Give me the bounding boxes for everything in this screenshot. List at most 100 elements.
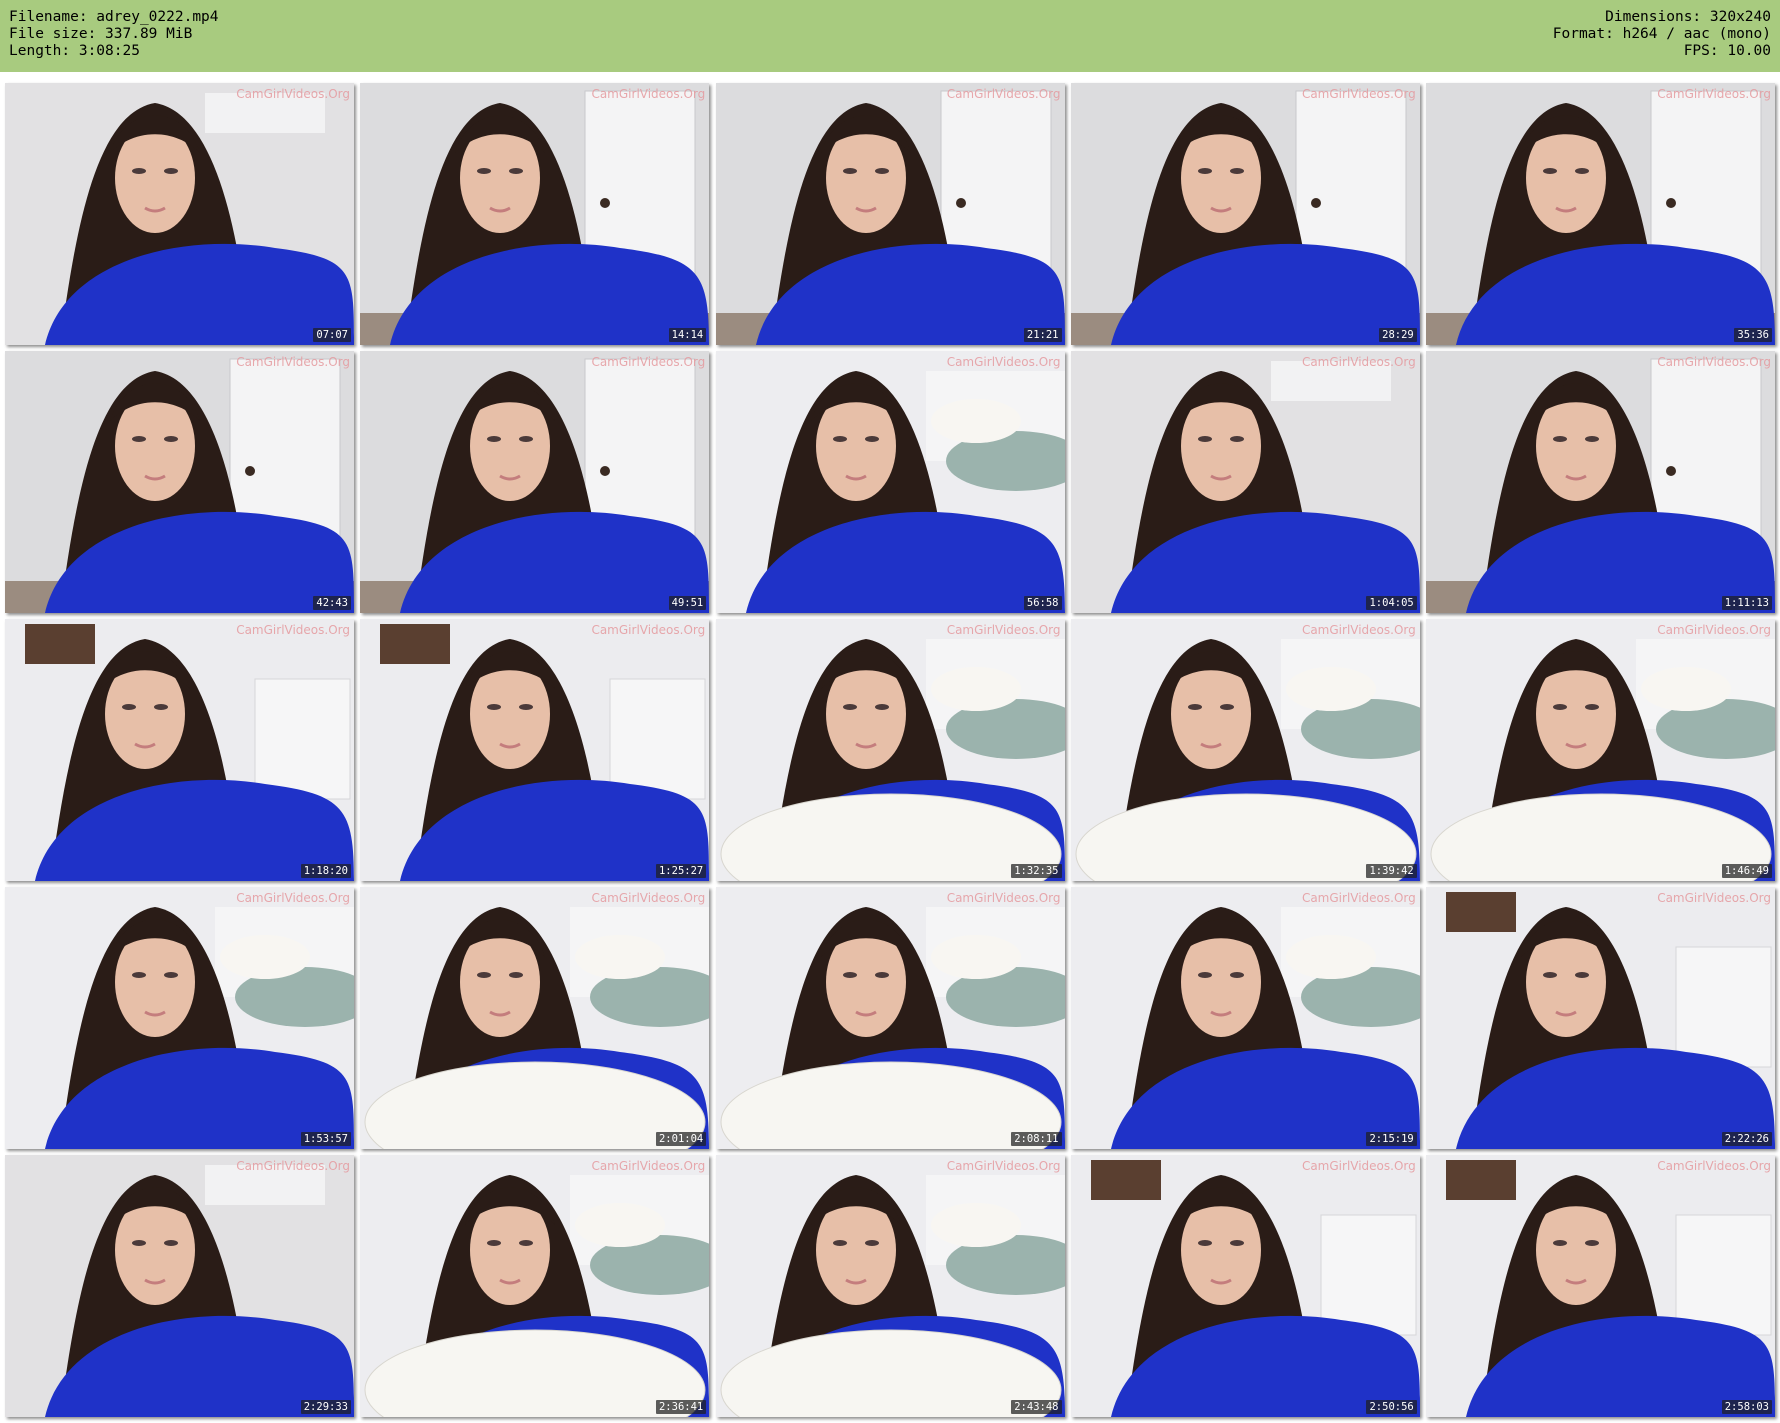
watermark-text: CamGirlVideos.Org (236, 891, 350, 905)
timestamp-label: 1:39:42 (1366, 864, 1417, 878)
thumbnail-frame-image (715, 351, 1065, 613)
video-thumbnail: CamGirlVideos.Org 1:39:42 (1070, 619, 1420, 881)
timestamp-label: 2:01:04 (655, 1132, 707, 1146)
watermark-text: CamGirlVideos.Org (236, 1159, 350, 1173)
timestamp-label: 56:58 (1023, 596, 1062, 610)
thumbnail-frame-image (1070, 351, 1420, 613)
video-thumbnail: CamGirlVideos.Org 2:43:48 (715, 1155, 1065, 1417)
watermark-text: CamGirlVideos.Org (1657, 891, 1771, 905)
thumbnail-frame-image (715, 887, 1065, 1149)
video-thumbnail: CamGirlVideos.Org 49:51 (360, 351, 710, 613)
length-text: Length: 3:08:25 (9, 43, 140, 59)
thumbnail-grid: CamGirlVideos.Org 07:07 CamGirlVideos.Org… (0, 78, 1780, 1418)
thumbnail-frame-image (360, 1155, 710, 1417)
timestamp-label: 2:29:33 (300, 1400, 351, 1414)
watermark-text: CamGirlVideos.Org (1657, 355, 1771, 369)
thumbnail-frame-image (715, 1155, 1065, 1417)
video-thumbnail: CamGirlVideos.Org 2:15:19 (1070, 887, 1420, 1149)
video-thumbnail: CamGirlVideos.Org 1:25:27 (360, 619, 710, 881)
thumbnail-frame-image (1070, 887, 1420, 1149)
thumbnail-frame-image (1426, 1155, 1775, 1417)
watermark-text: CamGirlVideos.Org (946, 1159, 1061, 1173)
watermark-text: CamGirlVideos.Org (591, 355, 706, 369)
thumbnail-frame-image (360, 83, 710, 345)
timestamp-label: 2:43:48 (1011, 1400, 1062, 1414)
video-thumbnail: CamGirlVideos.Org 2:58:03 (1426, 1155, 1775, 1417)
video-thumbnail: CamGirlVideos.Org 56:58 (715, 351, 1065, 613)
thumbnail-frame-image (1426, 887, 1775, 1149)
watermark-text: CamGirlVideos.Org (591, 1159, 706, 1173)
video-thumbnail: CamGirlVideos.Org 07:07 (5, 83, 354, 345)
thumbnail-frame-image (5, 619, 354, 881)
thumbnail-frame-image (360, 887, 710, 1149)
timestamp-label: 2:58:03 (1721, 1400, 1772, 1414)
timestamp-label: 28:29 (1379, 328, 1417, 342)
timestamp-label: 2:22:26 (1721, 1132, 1772, 1146)
watermark-text: CamGirlVideos.Org (236, 623, 350, 637)
video-thumbnail: CamGirlVideos.Org 21:21 (715, 83, 1065, 345)
thumbnail-frame-image (1426, 351, 1775, 613)
timestamp-label: 1:32:35 (1011, 864, 1062, 878)
thumbnail-frame-image (715, 83, 1065, 345)
thumbnail-frame-image (1070, 619, 1420, 881)
watermark-text: CamGirlVideos.Org (1657, 623, 1771, 637)
watermark-text: CamGirlVideos.Org (946, 891, 1061, 905)
timestamp-label: 1:18:20 (300, 864, 351, 878)
timestamp-label: 49:51 (668, 596, 707, 610)
timestamp-label: 07:07 (313, 328, 351, 342)
video-thumbnail: CamGirlVideos.Org 1:11:13 (1426, 351, 1775, 613)
timestamp-label: 2:36:41 (655, 1400, 707, 1414)
video-thumbnail: CamGirlVideos.Org 2:36:41 (360, 1155, 710, 1417)
timestamp-label: 1:46:49 (1721, 864, 1772, 878)
watermark-text: CamGirlVideos.Org (591, 891, 706, 905)
thumbnail-frame-image (5, 1155, 354, 1417)
video-thumbnail: CamGirlVideos.Org 1:53:57 (5, 887, 354, 1149)
thumbnail-frame-image (1426, 619, 1775, 881)
filename-text: Filename: adrey_0222.mp4 (9, 9, 219, 25)
filesize-text: File size: 337.89 MiB (9, 26, 193, 42)
thumbnail-frame-image (1426, 83, 1775, 345)
video-thumbnail: CamGirlVideos.Org 1:18:20 (5, 619, 354, 881)
dimensions-text: Dimensions: 320x240 (1605, 9, 1771, 25)
watermark-text: CamGirlVideos.Org (1301, 891, 1416, 905)
info-header: Filename: adrey_0222.mp4 File size: 337.… (0, 0, 1780, 72)
video-thumbnail: CamGirlVideos.Org 1:32:35 (715, 619, 1065, 881)
watermark-text: CamGirlVideos.Org (591, 623, 706, 637)
watermark-text: CamGirlVideos.Org (1657, 1159, 1771, 1173)
timestamp-label: 35:36 (1734, 328, 1772, 342)
watermark-text: CamGirlVideos.Org (1301, 87, 1416, 101)
watermark-text: CamGirlVideos.Org (946, 623, 1061, 637)
thumbnail-frame-image (360, 619, 710, 881)
format-text: Format: h264 / aac (mono) (1552, 26, 1771, 42)
video-thumbnail: CamGirlVideos.Org 35:36 (1426, 83, 1775, 345)
video-thumbnail: CamGirlVideos.Org 1:04:05 (1070, 351, 1420, 613)
watermark-text: CamGirlVideos.Org (236, 355, 350, 369)
thumbnail-frame-image (1070, 83, 1420, 345)
video-thumbnail: CamGirlVideos.Org 2:50:56 (1070, 1155, 1420, 1417)
video-thumbnail: CamGirlVideos.Org 42:43 (5, 351, 354, 613)
thumbnail-frame-image (5, 83, 354, 345)
stream-info: Dimensions: 320x240 Format: h264 / aac (… (1553, 9, 1771, 60)
watermark-text: CamGirlVideos.Org (591, 87, 706, 101)
video-thumbnail: CamGirlVideos.Org 2:29:33 (5, 1155, 354, 1417)
video-thumbnail: CamGirlVideos.Org 28:29 (1070, 83, 1420, 345)
video-thumbnail: CamGirlVideos.Org 1:46:49 (1426, 619, 1775, 881)
video-thumbnail: CamGirlVideos.Org 2:01:04 (360, 887, 710, 1149)
video-thumbnail: CamGirlVideos.Org 14:14 (360, 83, 710, 345)
watermark-text: CamGirlVideos.Org (946, 355, 1061, 369)
watermark-text: CamGirlVideos.Org (1301, 355, 1416, 369)
watermark-text: CamGirlVideos.Org (1301, 1159, 1416, 1173)
thumbnail-frame-image (5, 351, 354, 613)
watermark-text: CamGirlVideos.Org (1301, 623, 1416, 637)
thumbnail-frame-image (715, 619, 1065, 881)
timestamp-label: 2:15:19 (1366, 1132, 1417, 1146)
file-info: Filename: adrey_0222.mp4 File size: 337.… (9, 9, 219, 60)
video-thumbnail: CamGirlVideos.Org 2:22:26 (1426, 887, 1775, 1149)
timestamp-label: 1:53:57 (300, 1132, 351, 1146)
watermark-text: CamGirlVideos.Org (236, 87, 350, 101)
thumbnail-frame-image (360, 351, 710, 613)
timestamp-label: 42:43 (313, 596, 351, 610)
timestamp-label: 2:08:11 (1011, 1132, 1062, 1146)
timestamp-label: 21:21 (1023, 328, 1062, 342)
timestamp-label: 14:14 (668, 328, 707, 342)
